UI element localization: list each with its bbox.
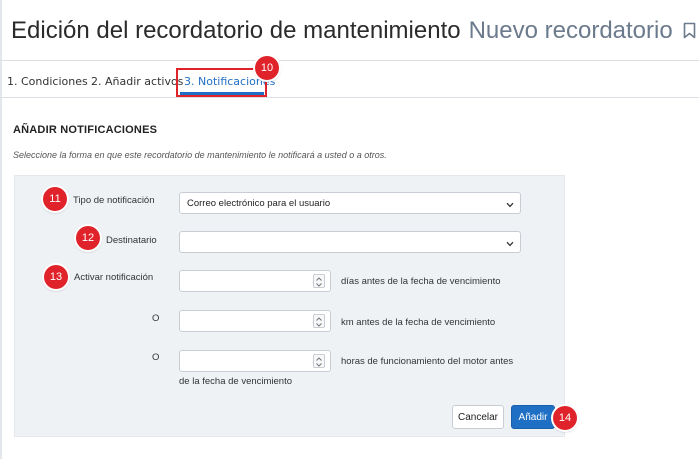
tabs-top-divider <box>0 60 699 61</box>
engine-hours-unit-label-cont: de la fecha de vencimiento <box>179 376 293 387</box>
or-label: O <box>152 352 160 363</box>
days-before-input[interactable] <box>179 270 331 292</box>
spinner-arrows-icon[interactable] <box>313 354 325 368</box>
tab-conditions[interactable]: 1. Condiciones <box>7 75 88 88</box>
activate-notification-label: Activar notificación <box>74 272 154 283</box>
engine-hours-before-input[interactable] <box>179 350 331 372</box>
spinner-arrows-icon[interactable] <box>313 314 325 328</box>
tabs-bottom-divider <box>0 97 699 98</box>
callout-badge-11: 11 <box>43 187 67 211</box>
notification-type-label: Tipo de notificación <box>73 195 155 206</box>
notification-form-panel <box>14 175 565 437</box>
spinner-arrows-icon[interactable] <box>313 274 325 288</box>
page-header: Edición del recordatorio de mantenimient… <box>11 17 696 45</box>
chevron-down-icon <box>506 200 514 211</box>
notification-type-select[interactable]: Correo electrónico para el usuario <box>179 192 521 214</box>
page-subtitle: Nuevo recordatorio <box>468 17 673 44</box>
engine-hours-unit-label: horas de funcionamiento del motor antes <box>341 356 514 367</box>
km-unit-label: km antes de la fecha de vencimiento <box>341 317 496 328</box>
callout-highlight-box <box>176 68 267 97</box>
page-title: Edición del recordatorio de mantenimient… <box>11 17 461 44</box>
notification-type-value: Correo electrónico para el usuario <box>187 197 331 209</box>
tab-add-assets[interactable]: 2. Añadir activos <box>91 75 183 88</box>
bookmark-icon[interactable] <box>683 22 696 44</box>
section-title: AÑADIR NOTIFICACIONES <box>13 124 158 136</box>
callout-badge-12: 12 <box>76 226 100 250</box>
callout-badge-14: 14 <box>553 406 577 430</box>
left-edge-border <box>0 0 2 459</box>
km-before-input[interactable] <box>179 310 331 332</box>
chevron-down-icon <box>506 239 514 250</box>
days-unit-label: días antes de la fecha de vencimiento <box>341 276 501 287</box>
callout-badge-13: 13 <box>44 265 68 289</box>
recipient-label: Destinatario <box>106 235 157 246</box>
or-label: O <box>152 313 160 324</box>
add-button[interactable]: Añadir <box>511 405 555 429</box>
callout-badge-10: 10 <box>255 56 279 80</box>
section-description: Seleccione la forma en que este recordat… <box>13 150 387 160</box>
recipient-select[interactable] <box>179 231 521 253</box>
cancel-button[interactable]: Cancelar <box>452 405 504 429</box>
